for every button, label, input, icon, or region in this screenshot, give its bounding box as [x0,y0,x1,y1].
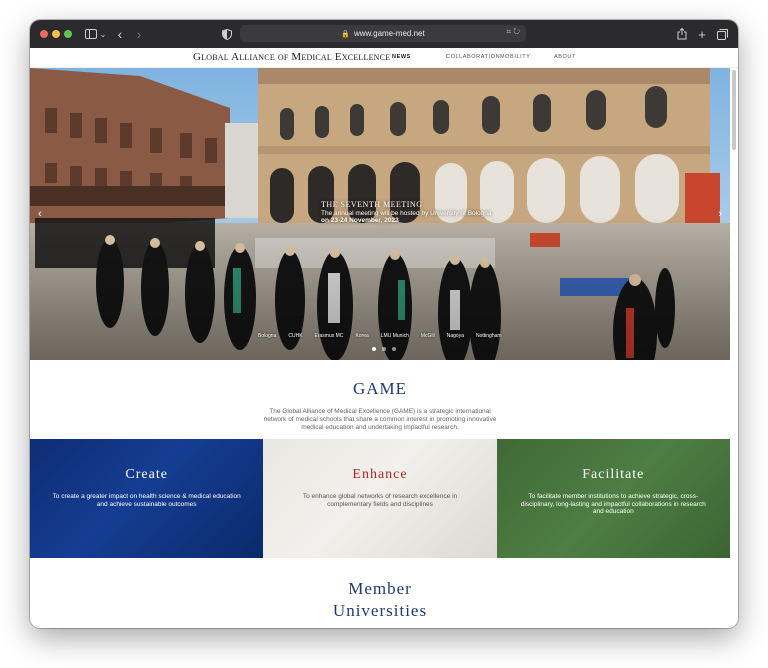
site-logo[interactable]: Global Alliance of Medical Excellence [193,51,390,63]
forward-arrow-icon[interactable]: › [132,25,146,43]
pillar-create[interactable]: Create To create a greater impact on hea… [30,439,264,558]
carousel-prev-arrow-icon[interactable]: ‹ [38,208,42,220]
nav-news[interactable]: News [392,54,446,60]
ticker-item[interactable]: LMU Munich [381,333,409,339]
zoom-window-button[interactable] [64,30,72,38]
hero-date: on 23-24 November, 2023 [321,217,399,224]
ticker-item[interactable]: Nottingham [476,333,502,339]
nav-collaboration[interactable]: Collaboration [446,54,500,60]
tab-overview-icon[interactable] [716,25,728,43]
privacy-shield-icon[interactable] [221,25,233,43]
address-bar[interactable]: 🔒 www.game-med.net ⌗ ↻ [240,25,526,42]
member-title-line2: Universities [332,601,428,620]
carousel-dot[interactable] [382,347,386,351]
new-tab-icon[interactable]: + [696,25,708,43]
carousel-dot[interactable] [392,347,396,351]
ticker-item[interactable]: Korea [355,333,368,339]
pillar-text: To create a greater impact on health sci… [52,493,241,508]
pillar-text: To facilitate member institutions to ach… [520,493,706,516]
minimize-window-button[interactable] [52,30,60,38]
pillar-enhance[interactable]: Enhance To enhance global networks of re… [263,439,497,558]
ticker-item[interactable]: Nagoya [447,333,464,339]
site-header: Global Alliance of Medical Excellence Ne… [30,48,738,68]
member-universities-title: Member Universities [30,578,730,622]
member-ticker: Bologna CUHK Erasmus MC Korea LMU Munich… [258,333,502,339]
close-window-button[interactable] [40,30,48,38]
translate-reload-icons[interactable]: ⌗ ↻ [507,27,520,37]
intro-description: The Global Alliance of Medical Excellenc… [263,408,497,431]
pillars-section: Create To create a greater impact on hea… [30,439,730,558]
hero-text: The annual meeting will be hosted by Uni… [321,210,492,217]
main-nav: News Collaboration Mobility About [392,54,608,60]
hero-carousel[interactable]: ‹ › The Seventh Meeting The annual meeti… [30,68,730,360]
carousel-next-arrow-icon[interactable]: › [718,208,722,220]
url-text: www.game-med.net [354,29,425,38]
carousel-dot[interactable] [372,347,376,351]
ticker-item[interactable]: Bologna [258,333,276,339]
ticker-item[interactable]: CUHK [288,333,302,339]
lock-icon: 🔒 [341,30,350,38]
browser-toolbar: ⌄ ‹ › 🔒 www.game-med.net ⌗ ↻ + [30,20,738,48]
nav-about[interactable]: About [554,54,608,60]
chevron-down-icon[interactable]: ⌄ [99,25,107,43]
nav-mobility[interactable]: Mobility [500,54,554,60]
browser-window: ⌄ ‹ › 🔒 www.game-med.net ⌗ ↻ + Global Al… [30,20,738,628]
pillar-facilitate[interactable]: Facilitate To facilitate member institut… [496,439,730,558]
ticker-item[interactable]: McGill [421,333,435,339]
pillar-text: To enhance global networks of research e… [302,493,458,508]
hero-heading: The Seventh Meeting [321,200,423,209]
ticker-item[interactable]: Erasmus MC [315,333,344,339]
pillar-title: Enhance [352,467,408,482]
pillar-title: Create [125,467,168,482]
page-scrollbar[interactable] [732,70,736,150]
sidebar-toggle-icon[interactable] [82,25,100,43]
carousel-dots [372,347,396,351]
intro-title: GAME [352,379,408,398]
member-title-line1: Member [348,579,412,598]
web-page: Global Alliance of Medical Excellence Ne… [30,48,738,628]
share-icon[interactable] [676,25,688,43]
pillar-title: Facilitate [582,467,645,482]
hero-caption: The Seventh Meeting The annual meeting w… [321,200,492,224]
back-arrow-icon[interactable]: ‹ [113,25,127,43]
